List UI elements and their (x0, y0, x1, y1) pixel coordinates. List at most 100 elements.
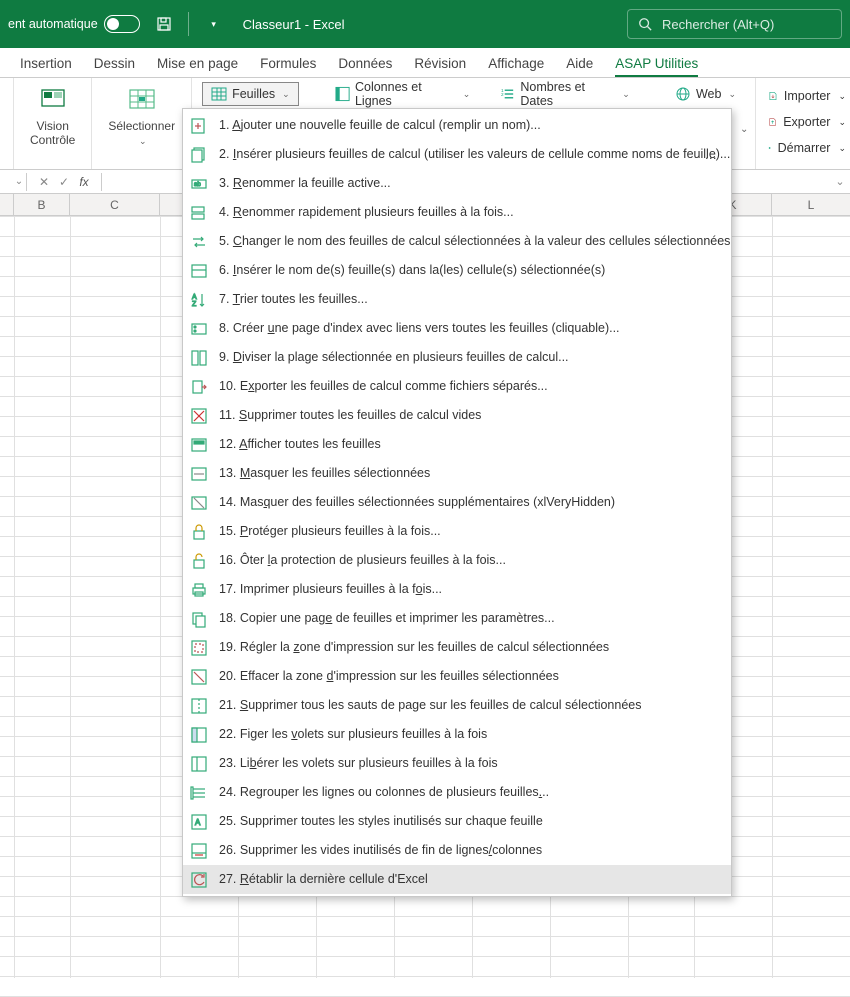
qat-dropdown[interactable]: ▾ (201, 12, 225, 36)
menu-item-6[interactable]: 6. Insérer le nom de(s) feuille(s) dans … (183, 256, 731, 285)
area-clear-icon (189, 667, 209, 687)
cancel-icon[interactable]: ✕ (35, 175, 53, 189)
svg-text:Z: Z (192, 301, 197, 308)
menu-item-2[interactable]: 2. Insérer plusieurs feuilles de calcul … (183, 140, 731, 169)
menu-item-4[interactable]: 4. Renommer rapidement plusieurs feuille… (183, 198, 731, 227)
menu-item-label: 25. Supprimer toutes les styles inutilis… (219, 814, 543, 829)
tab-révision[interactable]: Révision (414, 52, 466, 77)
tab-insertion[interactable]: Insertion (20, 52, 72, 77)
menu-item-3[interactable]: ab 3. Renommer la feuille active... (183, 169, 731, 198)
import-button[interactable]: Importer⌄ (764, 86, 850, 106)
menu-item-16[interactable]: 16. Ôter la protection de plusieurs feui… (183, 546, 731, 575)
veryhide-icon (189, 493, 209, 513)
tab-asap-utilities[interactable]: ASAP Utilities (615, 52, 698, 77)
export-button[interactable]: Exporter⌄ (764, 112, 850, 132)
select-button[interactable]: Sélectionner ⌄ (102, 84, 181, 149)
menu-item-19[interactable]: 19. Régler la zone d'impression sur les … (183, 633, 731, 662)
menu-item-5[interactable]: 5. Changer le nom des feuilles de calcul… (183, 227, 731, 256)
menu-item-20[interactable]: 20. Effacer la zone d'impression sur les… (183, 662, 731, 691)
overflow-caret-icon[interactable]: ⌄ (740, 124, 748, 135)
menu-item-23[interactable]: 23. Libérer les volets sur plusieurs feu… (183, 749, 731, 778)
feuilles-button[interactable]: Feuilles⌄ (202, 82, 299, 106)
area-set-icon (189, 638, 209, 658)
fx-icon[interactable]: fx (75, 175, 93, 189)
menu-item-26[interactable]: 26. Supprimer les vides inutilisés de fi… (183, 836, 731, 865)
menu-item-21[interactable]: 21. Supprimer tous les sauts de page sur… (183, 691, 731, 720)
col-header[interactable]: L (772, 194, 850, 215)
unfreeze-icon (189, 754, 209, 774)
tab-mise-en-page[interactable]: Mise en page (157, 52, 238, 77)
col-header[interactable]: C (70, 194, 160, 215)
menu-item-11[interactable]: 11. Supprimer toutes les feuilles de cal… (183, 401, 731, 430)
menu-item-8[interactable]: 8. Créer une page d'index avec liens ver… (183, 314, 731, 343)
menu-item-15[interactable]: 15. Protéger plusieurs feuilles à la foi… (183, 517, 731, 546)
freeze-icon (189, 725, 209, 745)
save-icon[interactable] (152, 12, 176, 36)
sheets-icon (189, 145, 209, 165)
menu-item-10[interactable]: 10. Exporter les feuilles de calcul comm… (183, 372, 731, 401)
colonnes-button[interactable]: Colonnes et Lignes⌄ (326, 82, 479, 106)
svg-text:A: A (195, 818, 201, 827)
col-header[interactable]: B (14, 194, 70, 215)
svg-text:A: A (192, 294, 197, 301)
import-icon (768, 88, 778, 104)
tab-données[interactable]: Données (338, 52, 392, 77)
autosave-toggle-group: ent automatique (8, 15, 140, 33)
menu-item-label: 18. Copier une page de feuilles et impri… (219, 611, 555, 626)
menu-item-14[interactable]: 14. Masquer des feuilles sélectionnées s… (183, 488, 731, 517)
autosave-toggle[interactable] (104, 15, 140, 33)
print-icon (189, 580, 209, 600)
menu-item-1[interactable]: 1. Ajouter une nouvelle feuille de calcu… (183, 111, 731, 140)
menu-item-12[interactable]: 12. Afficher toutes les feuilles (183, 430, 731, 459)
blanks-icon (189, 841, 209, 861)
menu-item-label: 12. Afficher toutes les feuilles (219, 437, 381, 452)
menu-item-label: 22. Figer les volets sur plusieurs feuil… (219, 727, 487, 742)
nombres-button[interactable]: 12 Nombres et Dates⌄ (491, 82, 638, 106)
tab-affichage[interactable]: Affichage (488, 52, 544, 77)
menu-item-label: 1. Ajouter une nouvelle feuille de calcu… (219, 118, 541, 133)
insert-name-icon (189, 261, 209, 281)
tab-dessin[interactable]: Dessin (94, 52, 135, 77)
menu-item-label: 23. Libérer les volets sur plusieurs feu… (219, 756, 498, 771)
export-files-icon (189, 377, 209, 397)
web-button[interactable]: Web⌄ (666, 82, 745, 106)
menu-item-13[interactable]: 13. Masquer les feuilles sélectionnées (183, 459, 731, 488)
vision-group: Vision Contrôle (14, 78, 92, 169)
menu-item-22[interactable]: 22. Figer les volets sur plusieurs feuil… (183, 720, 731, 749)
menu-item-25[interactable]: A 25. Supprimer toutes les styles inutili… (183, 807, 731, 836)
styles-icon: A (189, 812, 209, 832)
show-icon (189, 435, 209, 455)
index-icon (189, 319, 209, 339)
svg-text:ab: ab (194, 182, 201, 188)
menu-item-label: 3. Renommer la feuille active... (219, 176, 391, 191)
menu-item-17[interactable]: 17. Imprimer plusieurs feuilles à la foi… (183, 575, 731, 604)
start-button[interactable]: Démarrer⌄ (764, 138, 850, 158)
tab-formules[interactable]: Formules (260, 52, 316, 77)
unprotect-icon (189, 551, 209, 571)
tab-aide[interactable]: Aide (566, 52, 593, 77)
menu-item-label: 2. Insérer plusieurs feuilles de calcul … (219, 147, 730, 162)
menu-item-label: 20. Effacer la zone d'impression sur les… (219, 669, 559, 684)
export-icon (768, 114, 777, 130)
reset-icon (189, 870, 209, 890)
enter-icon[interactable]: ✓ (55, 175, 73, 189)
expand-formula-icon[interactable]: ⌄ (830, 175, 850, 188)
menu-item-label: 26. Supprimer les vides inutilisés de fi… (219, 843, 542, 858)
search-box[interactable]: Rechercher (Alt+Q) (627, 9, 842, 39)
tab-bar: Insertion Dessin Mise en page Formules Donné… (0, 48, 850, 78)
select-all-corner[interactable] (0, 194, 14, 215)
name-box-dropdown-icon[interactable]: ⌄ (14, 176, 24, 187)
menu-item-7[interactable]: AZ7. Trier toutes les feuilles... (183, 285, 731, 314)
menu-item-9[interactable]: 9. Diviser la plage sélectionnée en plus… (183, 343, 731, 372)
svg-text:2: 2 (501, 92, 504, 97)
menu-item-label: 5. Changer le nom des feuilles de calcul… (219, 234, 730, 249)
menu-item-24[interactable]: 24. Regrouper les lignes ou colonnes de … (183, 778, 731, 807)
menu-item-18[interactable]: 18. Copier une page de feuilles et impri… (183, 604, 731, 633)
del-empty-icon (189, 406, 209, 426)
menu-item-27[interactable]: 27. Rétablir la dernière cellule d'Excel (183, 865, 731, 894)
feuilles-menu: 1. Ajouter une nouvelle feuille de calcu… (182, 108, 732, 897)
menu-item-label: 19. Régler la zone d'impression sur les … (219, 640, 609, 655)
menu-item-label: 11. Supprimer toutes les feuilles de cal… (219, 408, 481, 423)
vision-button[interactable]: Vision Contrôle (24, 84, 81, 150)
menu-item-label: 6. Insérer le nom de(s) feuille(s) dans … (219, 263, 605, 278)
